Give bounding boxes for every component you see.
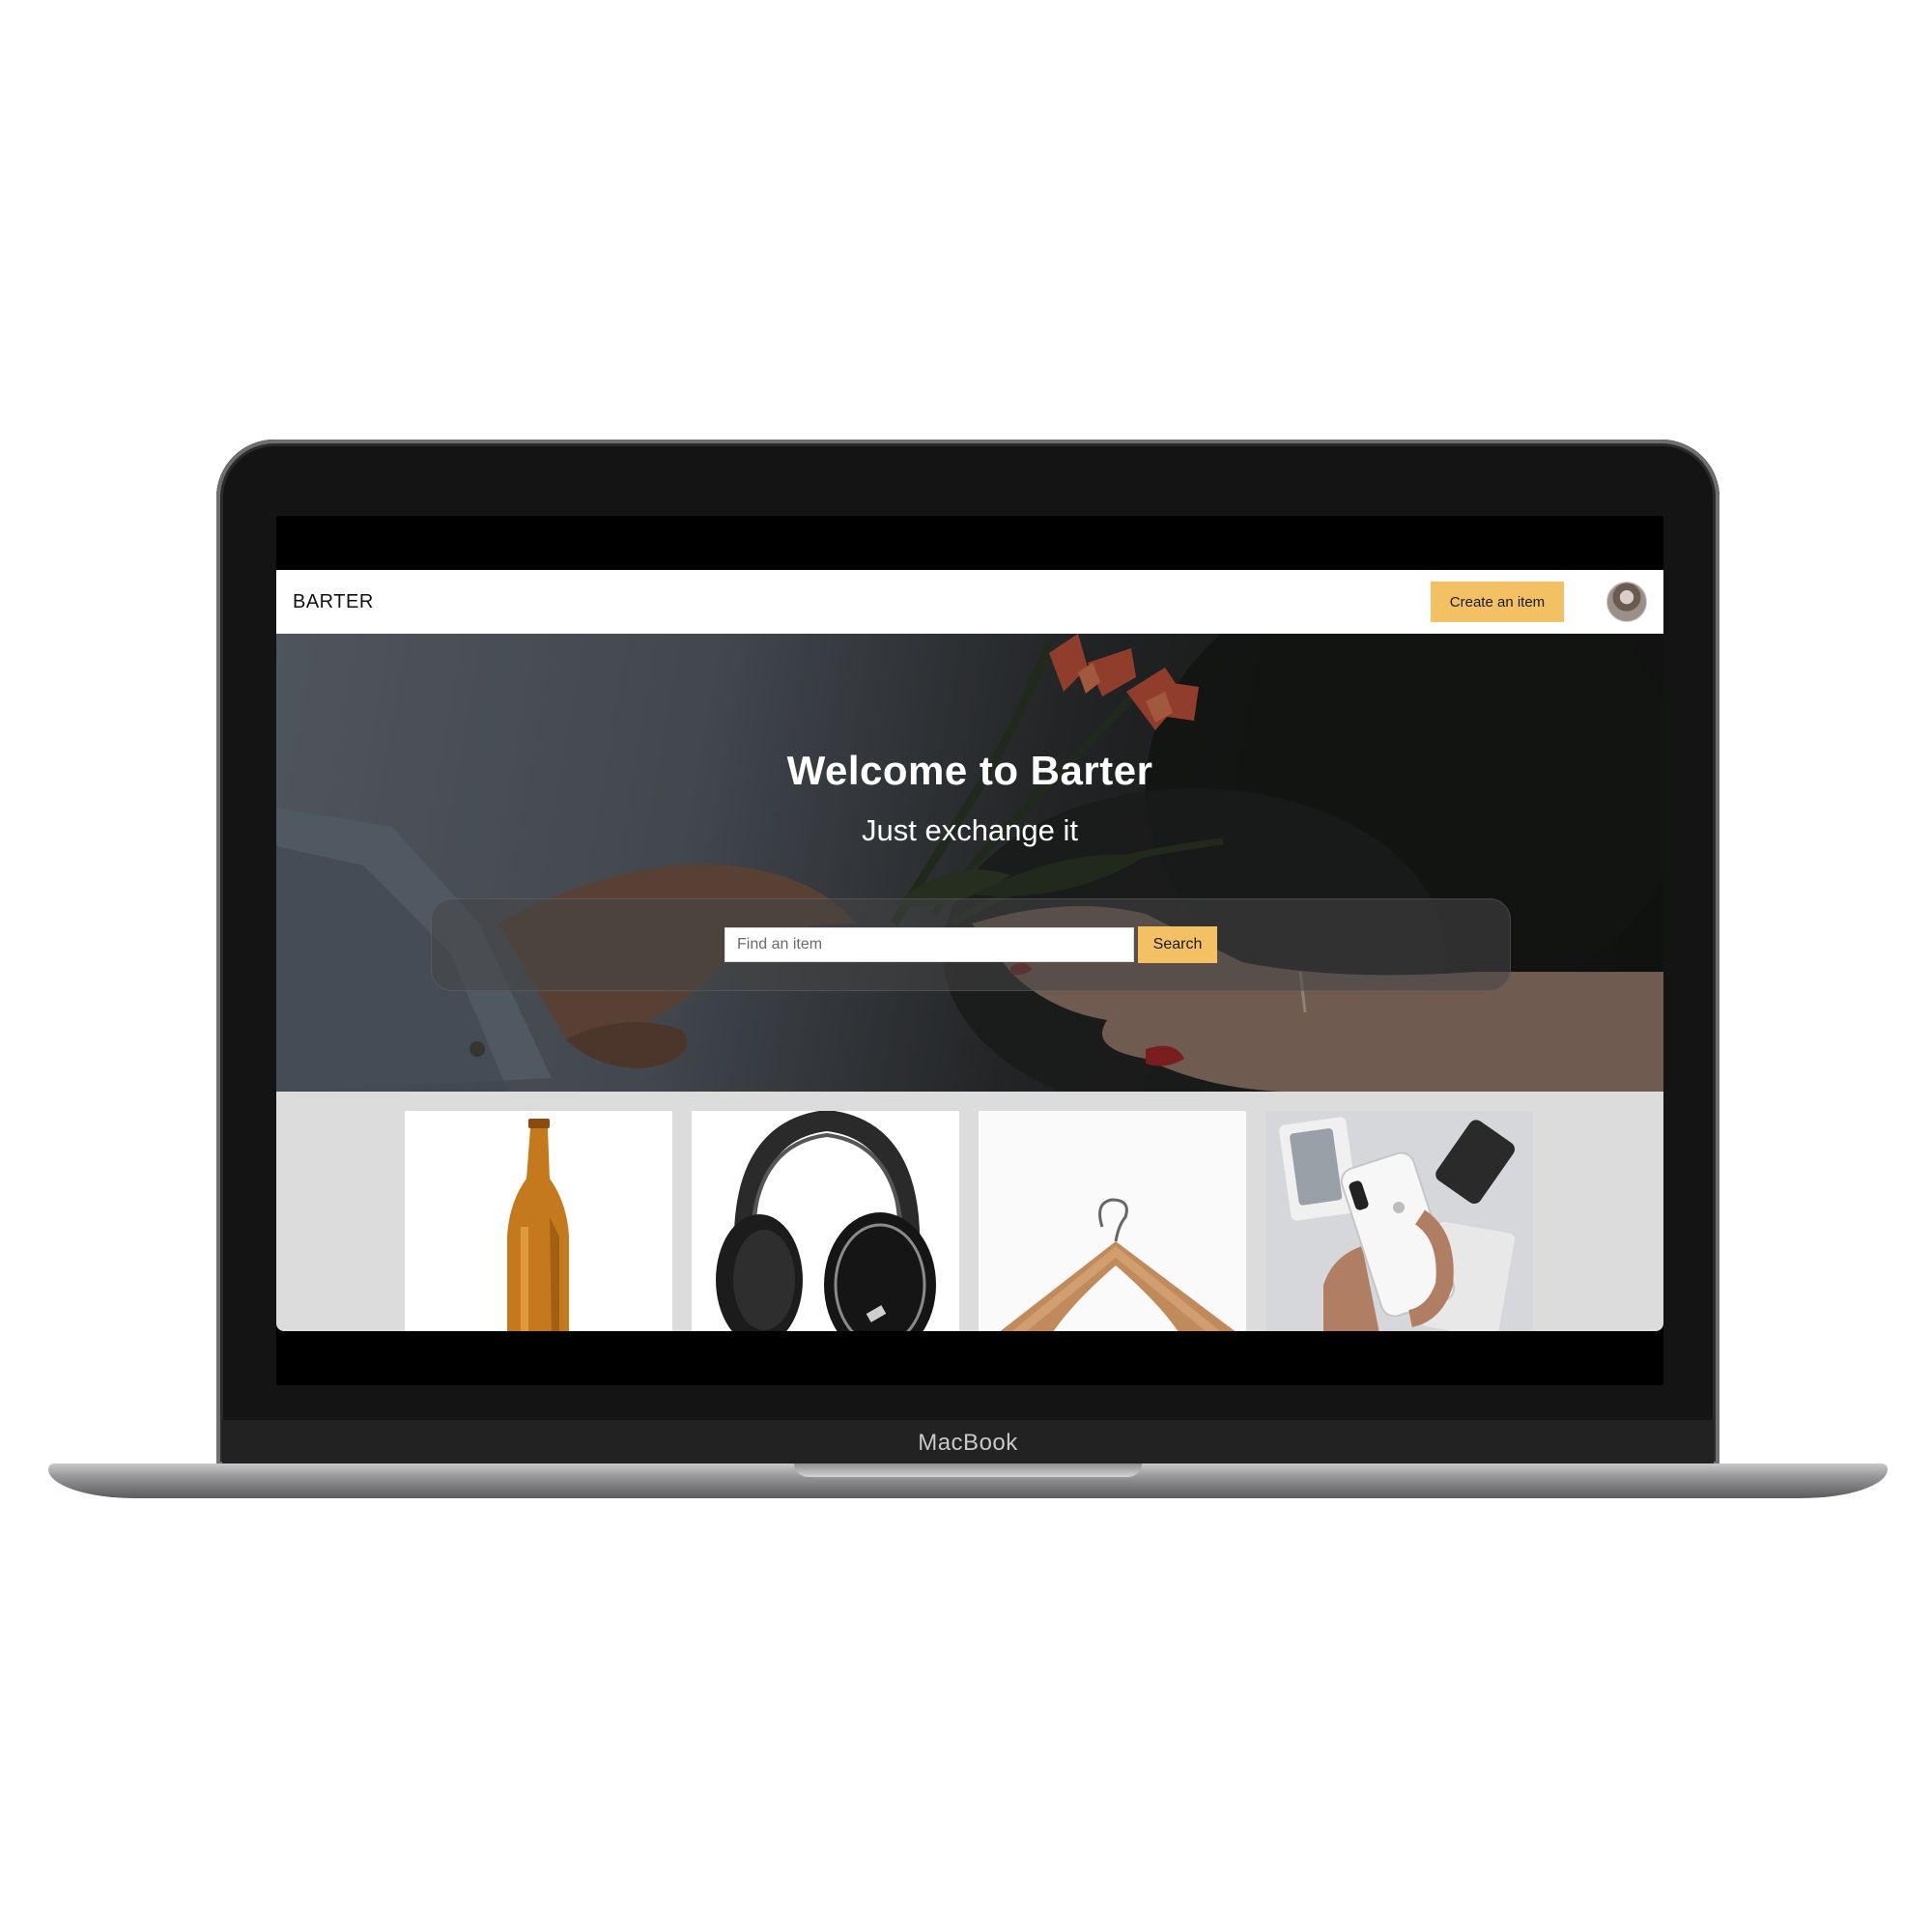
- navbar-actions: Create an item: [1431, 582, 1647, 622]
- headphones-icon: [716, 1111, 936, 1331]
- navbar: BARTER Create an item: [276, 570, 1663, 634]
- browser-viewport: BARTER Create an item Welcome to Barter …: [276, 570, 1663, 1331]
- item-card[interactable]: [405, 1111, 672, 1331]
- item-card[interactable]: [692, 1111, 959, 1331]
- search-input[interactable]: [724, 927, 1134, 962]
- beer-bottle-icon: [507, 1119, 569, 1331]
- search-panel: Search: [431, 898, 1511, 991]
- item-grid: [405, 1111, 1533, 1331]
- laptop-screen: BARTER Create an item Welcome to Barter …: [276, 516, 1663, 1385]
- laptop-brand-label: MacBook: [918, 1429, 1018, 1456]
- item-card[interactable]: [979, 1111, 1246, 1331]
- clothes-hanger-icon: [979, 1111, 1246, 1331]
- hero-subtitle: Just exchange it: [861, 813, 1079, 847]
- smartphone-icon: [1265, 1111, 1533, 1331]
- search-button[interactable]: Search: [1138, 926, 1217, 963]
- hero-title: Welcome to Barter: [786, 748, 1153, 793]
- laptop-notch: [794, 1463, 1142, 1477]
- laptop-chin: MacBook: [222, 1420, 1714, 1465]
- create-item-button[interactable]: Create an item: [1431, 582, 1564, 622]
- hero-section: Welcome to Barter Just exchange it Searc…: [276, 634, 1663, 1092]
- user-avatar-icon[interactable]: [1606, 582, 1647, 622]
- hero-background-image: [276, 634, 1663, 1092]
- item-card[interactable]: [1265, 1111, 1533, 1331]
- site-logo[interactable]: BARTER: [293, 591, 374, 613]
